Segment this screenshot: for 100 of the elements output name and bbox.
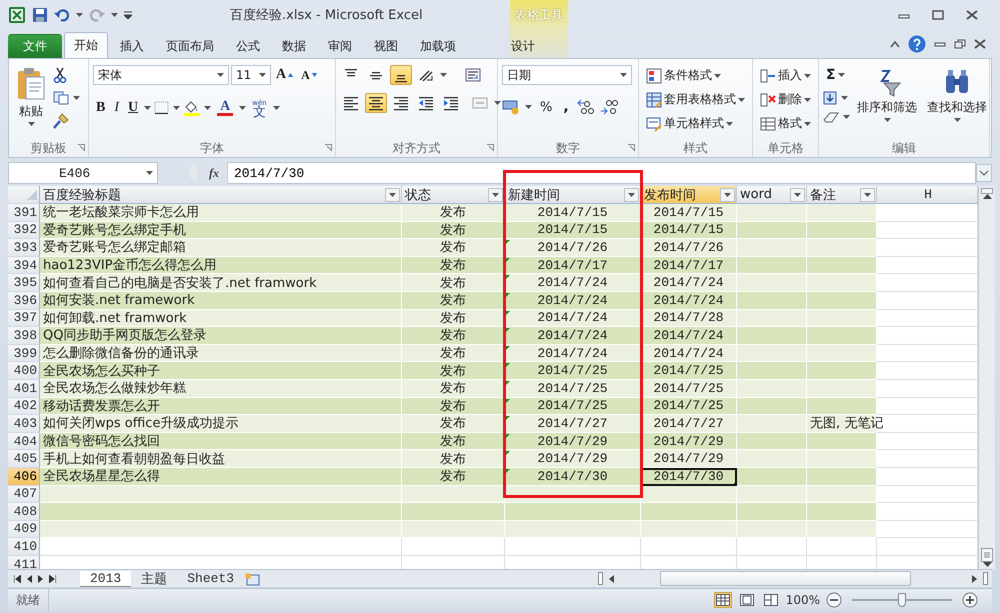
row-header[interactable]: 394 [8,256,40,274]
filter-dropdown-button[interactable] [624,188,639,202]
name-box[interactable]: E406 [8,162,158,184]
table-cell[interactable]: 发布 [402,398,505,416]
eraser-icon[interactable] [823,111,839,123]
table-cell[interactable] [402,538,505,556]
expand-formula-icon[interactable] [976,164,992,182]
copy-icon[interactable] [53,91,69,105]
first-sheet-icon[interactable] [14,574,21,582]
row-header[interactable]: 399 [8,344,40,362]
table-cell[interactable]: 全民农场星星怎么得 [40,468,402,486]
cells-menu-button[interactable]: 插入 [757,65,814,86]
table-cell[interactable]: 2014/7/28 [641,310,737,328]
table-cell[interactable] [877,450,978,468]
table-cell[interactable] [40,538,402,556]
collapse-ribbon-icon[interactable] [890,40,900,48]
table-cell[interactable] [877,222,978,240]
caret-icon[interactable] [525,105,532,109]
close-icon[interactable] [966,10,978,20]
table-cell[interactable]: 2014/7/24 [505,292,641,310]
cells-menu-button[interactable]: 格式 [757,113,814,134]
font-name-field[interactable]: 宋体 [93,65,229,85]
table-cell[interactable]: 2014/7/24 [641,292,737,310]
table-cell[interactable] [877,274,978,292]
table-cell[interactable] [737,538,807,556]
row-header[interactable]: 391 [8,204,40,222]
table-cell[interactable]: 发布 [402,415,505,433]
table-cell[interactable]: 怎么删除微信备份的通讯录 [40,344,402,362]
table-cell[interactable]: 2014/7/24 [505,310,641,328]
table-cell[interactable]: 发布 [402,380,505,398]
underline-button[interactable]: U [125,98,142,118]
filter-dropdown-button[interactable] [385,188,400,202]
format-painter-icon[interactable] [53,113,69,129]
ribbon-tab[interactable]: 页面布局 [156,34,224,58]
table-cell[interactable]: 手机上如何查看朝朝盈每日收益 [40,450,402,468]
view-button[interactable] [762,592,780,608]
table-cell[interactable]: 2014/7/27 [641,415,737,433]
table-cell[interactable] [807,538,877,556]
save-icon[interactable] [32,7,48,23]
table-cell[interactable]: 发布 [402,292,505,310]
row-header[interactable]: 395 [8,274,40,292]
sheet-tab[interactable]: 主题 [131,570,178,586]
table-cell[interactable]: 2014/7/24 [505,274,641,292]
borders-icon[interactable] [154,101,170,115]
dialog-launcher-icon[interactable] [628,144,635,151]
table-cell[interactable] [641,538,737,556]
align-center-icon[interactable] [365,93,387,113]
help-icon[interactable] [908,35,926,53]
ribbon-tab[interactable]: 审阅 [318,34,362,58]
caret-icon[interactable] [272,106,280,110]
table-cell[interactable]: 如何安装.net framework [40,292,402,310]
view-button[interactable] [714,592,732,608]
increase-decimal-icon[interactable] [576,99,595,115]
scroll-left-icon[interactable] [609,574,614,582]
paste-button[interactable]: 粘贴 [13,65,49,139]
table-cell[interactable]: 统一老坛酸菜宗师卡怎么用 [40,204,402,222]
table-cell[interactable]: 全民农场怎么买种子 [40,362,402,380]
redo-icon[interactable] [89,7,105,23]
caret-icon[interactable] [144,106,152,110]
table-cell[interactable]: 2014/7/25 [505,380,641,398]
table-cell[interactable] [877,380,978,398]
table-cell[interactable]: 2014/7/24 [641,327,737,345]
undo-icon[interactable] [54,7,70,23]
table-cell[interactable]: 2014/7/24 [505,344,641,362]
table-cell[interactable] [505,538,641,556]
font-size-field[interactable]: 11 [231,65,271,85]
caret-icon[interactable] [73,96,80,100]
scissors-icon[interactable] [53,67,67,83]
ribbon-tab[interactable]: 开始 [64,32,108,58]
find-select-button[interactable]: 查找和选择 [924,65,990,139]
caret-icon[interactable] [440,73,447,77]
table-cell[interactable]: QQ同步助手网页版怎么登录 [40,327,402,345]
column-header[interactable]: 发布时间 [641,186,737,204]
horizontal-scrollbar[interactable] [660,571,911,586]
zoom-out-icon[interactable] [826,592,842,608]
table-cell[interactable]: 发布 [402,310,505,328]
row-header[interactable]: 404 [8,432,40,450]
comma-button[interactable]: , [560,97,572,117]
table-cell[interactable]: 2014/7/15 [641,204,737,222]
sheet-tab[interactable]: Sheet3 [177,570,244,586]
zoom-level[interactable]: 100% [786,593,820,607]
table-cell[interactable]: 2014/7/30 [505,468,641,486]
table-cell[interactable]: 2014/7/24 [641,274,737,292]
row-header[interactable]: 411 [8,556,40,569]
table-cell[interactable]: 全民农场怎么做辣炒年糕 [40,380,402,398]
row-header[interactable]: 403 [8,415,40,433]
table-cell[interactable] [877,256,978,274]
previous-sheet-icon[interactable] [27,574,32,582]
table-cell[interactable]: 发布 [402,450,505,468]
caret-icon[interactable] [111,13,118,17]
spreadsheet-app-icon[interactable] [8,6,26,24]
table-cell[interactable]: 2014/7/24 [641,344,737,362]
row-header[interactable]: 396 [8,292,40,310]
row-header[interactable]: 408 [8,503,40,521]
selected-cell[interactable]: 2014/7/30 [641,468,737,486]
zoom-slider-thumb[interactable] [898,593,906,607]
table-cell[interactable]: 2014/7/25 [641,362,737,380]
grow-font-button[interactable]: A [273,65,296,85]
maximize-icon[interactable] [932,10,944,20]
row-header[interactable]: 398 [8,327,40,345]
